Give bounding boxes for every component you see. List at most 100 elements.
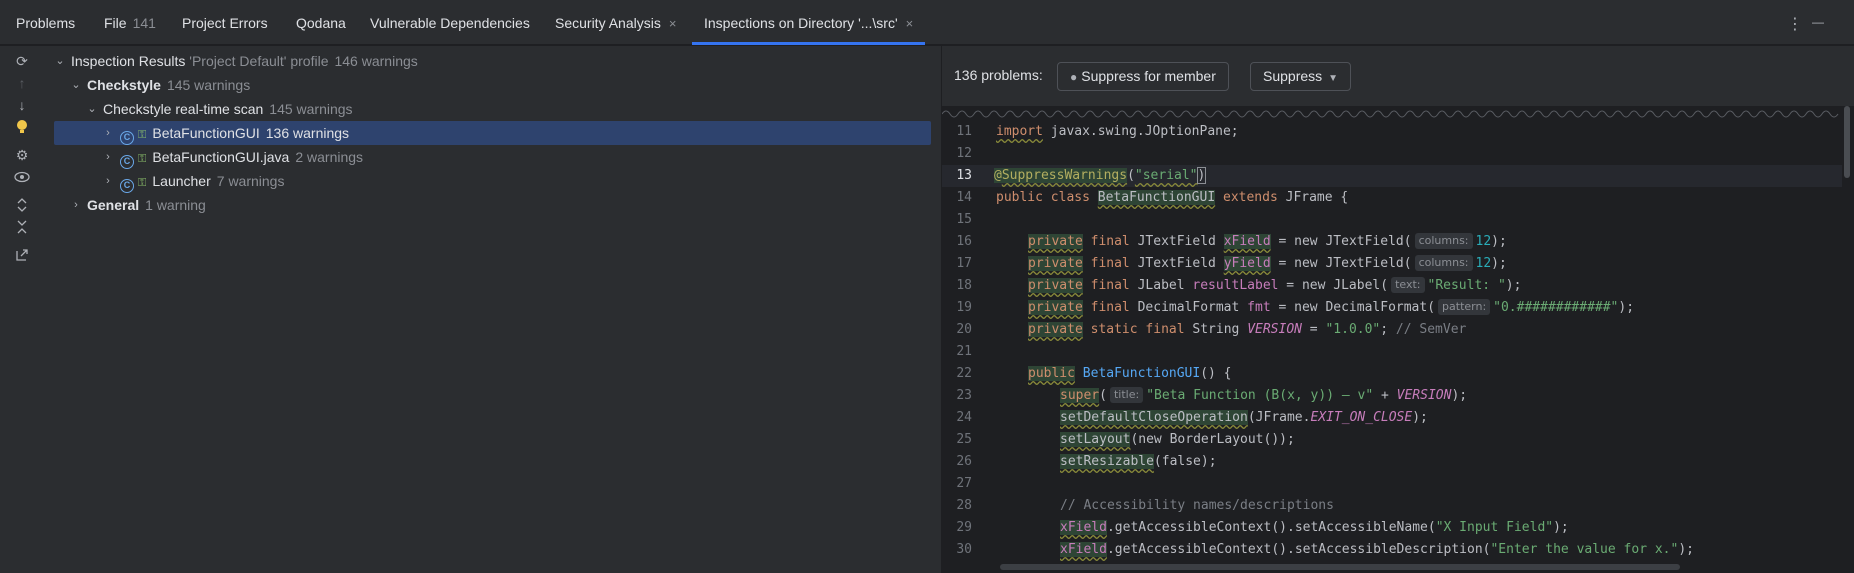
line-number: 24 — [956, 410, 972, 425]
code-token: private — [1028, 234, 1083, 249]
suppress-dropdown-button[interactable]: Suppress ▼ — [1250, 62, 1352, 91]
tab-security-analysis[interactable]: Security Analysis × — [555, 0, 676, 45]
code-token: "1.0.0" — [1325, 322, 1381, 337]
code-token: private — [1028, 278, 1083, 293]
code-token: static — [1090, 322, 1138, 337]
warning-count: 145 warnings — [166, 77, 251, 93]
rerun-icon[interactable]: ⟳ — [14, 53, 30, 69]
code-token: ( — [1427, 300, 1436, 315]
code-token: JLabel — [1137, 278, 1185, 293]
code-token: ) — [1196, 167, 1207, 184]
tab-file[interactable]: File 141 — [104, 0, 156, 45]
node-label: BetaFunctionGUI — [152, 125, 260, 141]
code-token: = new — [1270, 256, 1326, 271]
node-label: BetaFunctionGUI.java — [152, 149, 290, 165]
code-line: 23 super(title: "Beta Function (B(x, y)) —… — [942, 385, 1842, 407]
vertical-scrollbar[interactable] — [1844, 106, 1850, 178]
code-token: DecimalFormat — [1325, 300, 1428, 315]
export-icon[interactable] — [14, 247, 30, 263]
horizontal-scrollbar[interactable] — [1000, 564, 1680, 570]
next-problem-icon[interactable]: ↓ — [14, 97, 30, 113]
code-preview-editor[interactable]: 11 import javax.swing.JOptionPane; 12 13 @… — [942, 106, 1854, 573]
code-comment: // SemVer — [1395, 322, 1467, 337]
settings-icon[interactable]: ⚙ — [14, 147, 30, 163]
line-number: 19 — [956, 300, 972, 315]
node-label: Inspection Results — [71, 53, 186, 69]
code-token: "X Input Field" — [1435, 520, 1554, 535]
code-token: setAccessibleName( — [1294, 520, 1436, 535]
class-icon: C — [120, 131, 134, 145]
code-token: ); — [1618, 300, 1635, 315]
chevron-right-icon[interactable]: › — [70, 193, 82, 217]
tree-node-general[interactable]: › General 1 warning — [54, 193, 931, 217]
code-token: super — [1060, 388, 1100, 403]
code-line: 16 private final JTextField xField = new … — [942, 231, 1842, 253]
chevron-down-icon[interactable]: ⌄ — [54, 49, 66, 73]
parameter-hint: pattern: — [1438, 299, 1491, 315]
close-icon[interactable]: × — [906, 16, 914, 31]
tree-node-checkstyle-scan[interactable]: ⌄ Checkstyle real-time scan 145 warnings — [54, 97, 931, 121]
code-token: .getAccessibleContext(). — [1106, 542, 1295, 557]
tool-window-tabbar: Problems File 141 Project Errors Qodana V… — [0, 0, 1854, 45]
problems-count: 136 problems: — [954, 67, 1043, 83]
parameter-hint: text: — [1391, 277, 1425, 293]
code-token: ( — [1247, 410, 1256, 425]
tree-node-betafunctiongui[interactable]: › C ⚿ BetaFunctionGUI 136 warnings — [54, 121, 931, 145]
line-number: 26 — [956, 454, 972, 469]
code-token: BetaFunctionGUI — [1082, 366, 1201, 381]
tab-problems[interactable]: Problems — [16, 0, 75, 45]
tab-label: Problems — [16, 15, 76, 31]
tree-node-inspection-results[interactable]: ⌄ Inspection Results 'Project Default' p… — [54, 49, 931, 73]
code-line: 26 setResizable(false); — [942, 451, 1842, 473]
code-token: setResizable — [1060, 454, 1154, 469]
chevron-down-icon[interactable]: ⌄ — [70, 73, 82, 97]
code-token: final — [1145, 322, 1185, 337]
line-number: 14 — [956, 190, 972, 205]
node-label: Launcher — [152, 173, 211, 189]
node-label: Checkstyle — [87, 77, 161, 93]
code-token: ( — [1403, 256, 1412, 271]
bulb-icon[interactable] — [14, 119, 30, 135]
tab-inspections-on-directory[interactable]: Inspections on Directory '...\src' × — [691, 0, 926, 45]
chevron-right-icon[interactable]: › — [102, 121, 114, 145]
code-token: ( — [1403, 234, 1412, 249]
tab-label: Inspections on Directory '...\src' — [704, 15, 898, 31]
minimize-icon[interactable]: — — [1812, 15, 1824, 29]
lock-icon: ⚿ — [138, 129, 147, 141]
tab-label: Qodana — [296, 15, 346, 31]
expand-all-icon[interactable] — [14, 197, 30, 213]
collapse-all-icon[interactable] — [14, 219, 30, 235]
chevron-right-icon[interactable]: › — [102, 169, 114, 193]
suppress-for-member-button[interactable]: ● Suppress for member — [1057, 62, 1229, 91]
lock-icon: ⚿ — [138, 153, 147, 165]
node-label: Checkstyle real-time scan — [103, 101, 264, 117]
previous-problem-icon[interactable]: ↑ — [14, 75, 30, 91]
code-token: = new — [1270, 300, 1326, 315]
eye-icon[interactable] — [14, 169, 30, 185]
parameter-hint: columns: — [1414, 233, 1473, 249]
chevron-right-icon[interactable]: › — [102, 145, 114, 169]
tree-node-checkstyle[interactable]: ⌄ Checkstyle 145 warnings — [54, 73, 931, 97]
more-options-icon[interactable]: ⋮ — [1787, 14, 1803, 34]
tab-project-errors[interactable]: Project Errors — [182, 0, 268, 45]
tab-qodana[interactable]: Qodana — [296, 0, 346, 45]
code-token: JTextField — [1325, 256, 1404, 271]
code-line: 19 private final DecimalFormat fmt = new … — [942, 297, 1842, 319]
line-number: 17 — [956, 256, 972, 271]
code-token: setAccessibleDescription( — [1294, 542, 1491, 557]
code-line: 24 setDefaultCloseOperation(JFrame.EXIT_O… — [942, 407, 1842, 429]
code-token: private — [1028, 322, 1083, 337]
code-line: 14 public class BetaFunctionGUI extends J… — [942, 187, 1842, 209]
close-icon[interactable]: × — [669, 16, 677, 31]
tab-label: Project Errors — [182, 15, 268, 31]
chevron-down-icon[interactable]: ⌄ — [86, 97, 98, 121]
inspection-results-tree: ⌄ Inspection Results 'Project Default' p… — [44, 46, 941, 573]
line-number: 25 — [956, 432, 972, 447]
tree-node-launcher[interactable]: › C ⚿ Launcher 7 warnings — [54, 169, 931, 193]
code-token: VERSION — [1247, 322, 1302, 337]
code-line: 18 private final JLabel resultLabel = new… — [942, 275, 1842, 297]
code-line: 28 // Accessibility names/descriptions — [942, 495, 1842, 517]
tree-node-betafunctiongui-java[interactable]: › C ⚿ BetaFunctionGUI.java 2 warnings — [54, 145, 931, 169]
warning-count: 1 warning — [145, 197, 206, 213]
tab-vulnerable-dependencies[interactable]: Vulnerable Dependencies — [370, 0, 530, 45]
